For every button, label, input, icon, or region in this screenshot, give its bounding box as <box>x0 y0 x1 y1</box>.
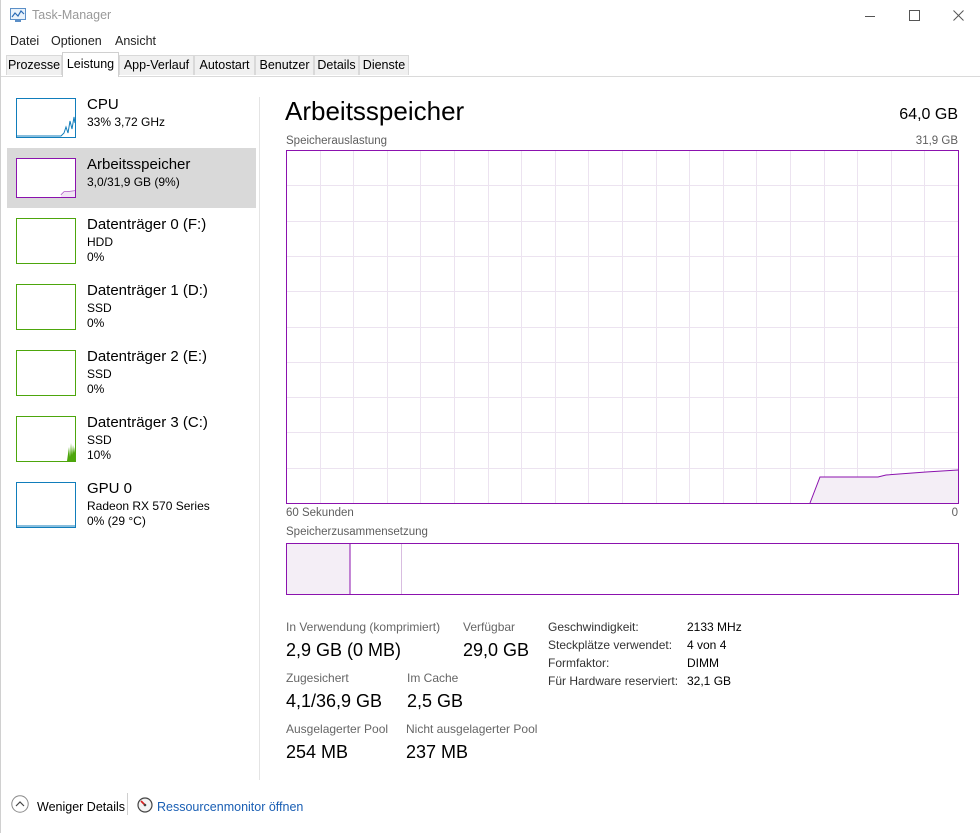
menu-optionen[interactable]: Optionen <box>51 34 102 48</box>
window-title: Task-Manager <box>32 8 112 22</box>
sidebar-item-disk-0[interactable]: Datenträger 0 (F:) HDD 0% <box>7 208 256 268</box>
minimize-icon <box>865 15 875 17</box>
sidebar-item-type: SSD <box>87 433 112 447</box>
tab-leistung[interactable]: Leistung <box>62 52 119 77</box>
sidebar-item-usage: 0% <box>87 250 105 264</box>
tab-app-verlauf[interactable]: App-Verlauf <box>119 55 194 75</box>
disk-3-sparkline <box>67 443 75 461</box>
memory-usage-graph <box>286 150 959 504</box>
sidebar-item-disk-2[interactable]: Datenträger 2 (E:) SSD 0% <box>7 340 256 400</box>
time-axis-start: 60 Sekunden <box>286 507 354 519</box>
available-label: Verfügbar <box>463 620 516 634</box>
hardware-reserved-value: 32,1 GB <box>687 674 732 688</box>
slots-value: 4 von 4 <box>687 638 727 652</box>
hardware-reserved-label: Für Hardware reserviert: <box>548 674 679 688</box>
graph-grid <box>286 150 958 503</box>
maximize-icon <box>908 10 920 21</box>
sidebar-divider <box>259 97 260 780</box>
composition-in-use <box>286 543 350 595</box>
composition-border <box>286 543 959 595</box>
slots-label: Steckplätze verwendet: <box>548 638 673 652</box>
sidebar-item-detail: 3,0/31,9 GB (9%) <box>87 175 180 189</box>
title-bar[interactable]: Task-Manager <box>1 0 980 31</box>
sidebar-item-title: Datenträger 3 (C:) <box>87 414 208 431</box>
sidebar-item-usage: 0% <box>87 382 105 396</box>
sidebar-item-cpu[interactable]: CPU 33% 3,72 GHz <box>7 88 256 148</box>
cached-value: 2,5 GB <box>407 691 464 711</box>
task-manager-app-icon <box>10 8 26 22</box>
usage-graph-max: 31,9 GB <box>915 135 958 147</box>
footer-divider <box>127 793 128 815</box>
sidebar-item-type: SSD <box>87 367 112 381</box>
tab-prozesse[interactable]: Prozesse <box>6 55 62 75</box>
composition-label: Speicherzusammensetzung <box>286 526 428 538</box>
sidebar-item-gpu-0[interactable]: GPU 0 Radeon RX 570 Series 0% (29 °C) <box>7 472 256 532</box>
usage-area <box>810 470 958 503</box>
disk-1-thumbnail-graph <box>16 284 76 330</box>
tab-strip: Prozesse Leistung App-Verlauf Autostart … <box>1 51 980 77</box>
sidebar-item-disk-1[interactable]: Datenträger 1 (D:) SSD 0% <box>7 274 256 334</box>
sidebar-item-usage: 10% <box>87 448 112 462</box>
menu-datei[interactable]: Datei <box>10 34 39 48</box>
form-factor-value: DIMM <box>687 656 719 670</box>
cpu-sparkline <box>17 116 75 137</box>
sidebar-item-title: CPU <box>87 96 119 113</box>
memory-sparkline <box>60 190 75 197</box>
disk-2-thumbnail-graph <box>16 350 76 396</box>
gpu-0-thumbnail-graph <box>16 482 76 528</box>
sidebar-item-memory[interactable]: Arbeitsspeicher 3,0/31,9 GB (9%) <box>7 148 256 208</box>
usage-graph-label: Speicherauslastung <box>286 135 388 147</box>
sidebar-item-usage: 0% <box>87 316 105 330</box>
minimize-button[interactable] <box>847 0 893 31</box>
gpu-sparkline <box>17 525 75 527</box>
tab-dienste[interactable]: Dienste <box>359 55 409 75</box>
in-use-value: 2,9 GB (0 MB) <box>286 640 402 660</box>
disk-0-thumbnail-graph <box>16 218 76 264</box>
sidebar-item-model: Radeon RX 570 Series <box>87 499 210 513</box>
committed-label: Zugesichert <box>286 671 349 685</box>
tab-autostart[interactable]: Autostart <box>194 55 255 75</box>
speed-value: 2133 MHz <box>687 620 742 634</box>
disk-3-thumbnail-graph <box>16 416 76 462</box>
tab-benutzer[interactable]: Benutzer <box>255 55 314 75</box>
sidebar-item-title: Arbeitsspeicher <box>87 156 191 173</box>
form-factor-label: Formfaktor: <box>548 656 610 670</box>
available-value: 29,0 GB <box>463 640 530 660</box>
memory-composition-bar <box>286 543 959 595</box>
time-axis-end: 0 <box>951 507 958 519</box>
cached-label: Im Cache <box>407 671 459 685</box>
sidebar-item-title: GPU 0 <box>87 480 133 497</box>
close-button[interactable] <box>935 0 980 31</box>
in-use-label: In Verwendung (komprimiert) <box>286 620 441 634</box>
paged-pool-value: 254 MB <box>286 742 349 762</box>
menu-ansicht[interactable]: Ansicht <box>115 34 156 48</box>
sidebar-item-title: Datenträger 0 (F:) <box>87 216 207 233</box>
committed-value: 4,1/36,9 GB <box>286 691 383 711</box>
sidebar-item-type: HDD <box>87 235 113 249</box>
resource-monitor-icon <box>137 797 153 813</box>
nonpaged-pool-label: Nicht ausgelagerter Pool <box>406 722 538 736</box>
maximize-button[interactable] <box>891 0 937 31</box>
fewer-details-button[interactable]: Weniger Details <box>37 800 125 814</box>
footer-bar: Weniger Details Ressourcenmonitor öffnen <box>1 793 980 823</box>
page-title: Arbeitsspeicher <box>285 96 465 126</box>
close-icon <box>952 10 964 21</box>
memory-total: 64,0 GB <box>899 106 958 123</box>
tab-details[interactable]: Details <box>314 55 359 75</box>
nonpaged-pool-value: 237 MB <box>406 742 469 762</box>
sidebar-item-type: SSD <box>87 301 112 315</box>
task-manager-window: Task-Manager Datei Optionen Ansicht Proz… <box>0 0 980 833</box>
sidebar-item-title: Datenträger 1 (D:) <box>87 282 208 299</box>
memory-thumbnail-graph <box>16 158 76 198</box>
paged-pool-label: Ausgelagerter Pool <box>286 722 389 736</box>
sidebar-item-title: Datenträger 2 (E:) <box>87 348 208 365</box>
speed-label: Geschwindigkeit: <box>548 620 639 634</box>
sidebar-item-usage: 0% (29 °C) <box>87 514 146 528</box>
sidebar-item-disk-3[interactable]: Datenträger 3 (C:) SSD 10% <box>7 406 256 466</box>
open-resource-monitor-link[interactable]: Ressourcenmonitor öffnen <box>157 800 303 814</box>
chevron-up-icon[interactable] <box>11 795 29 813</box>
sidebar-item-detail: 33% 3,72 GHz <box>87 115 166 129</box>
cpu-thumbnail-graph <box>16 98 76 138</box>
